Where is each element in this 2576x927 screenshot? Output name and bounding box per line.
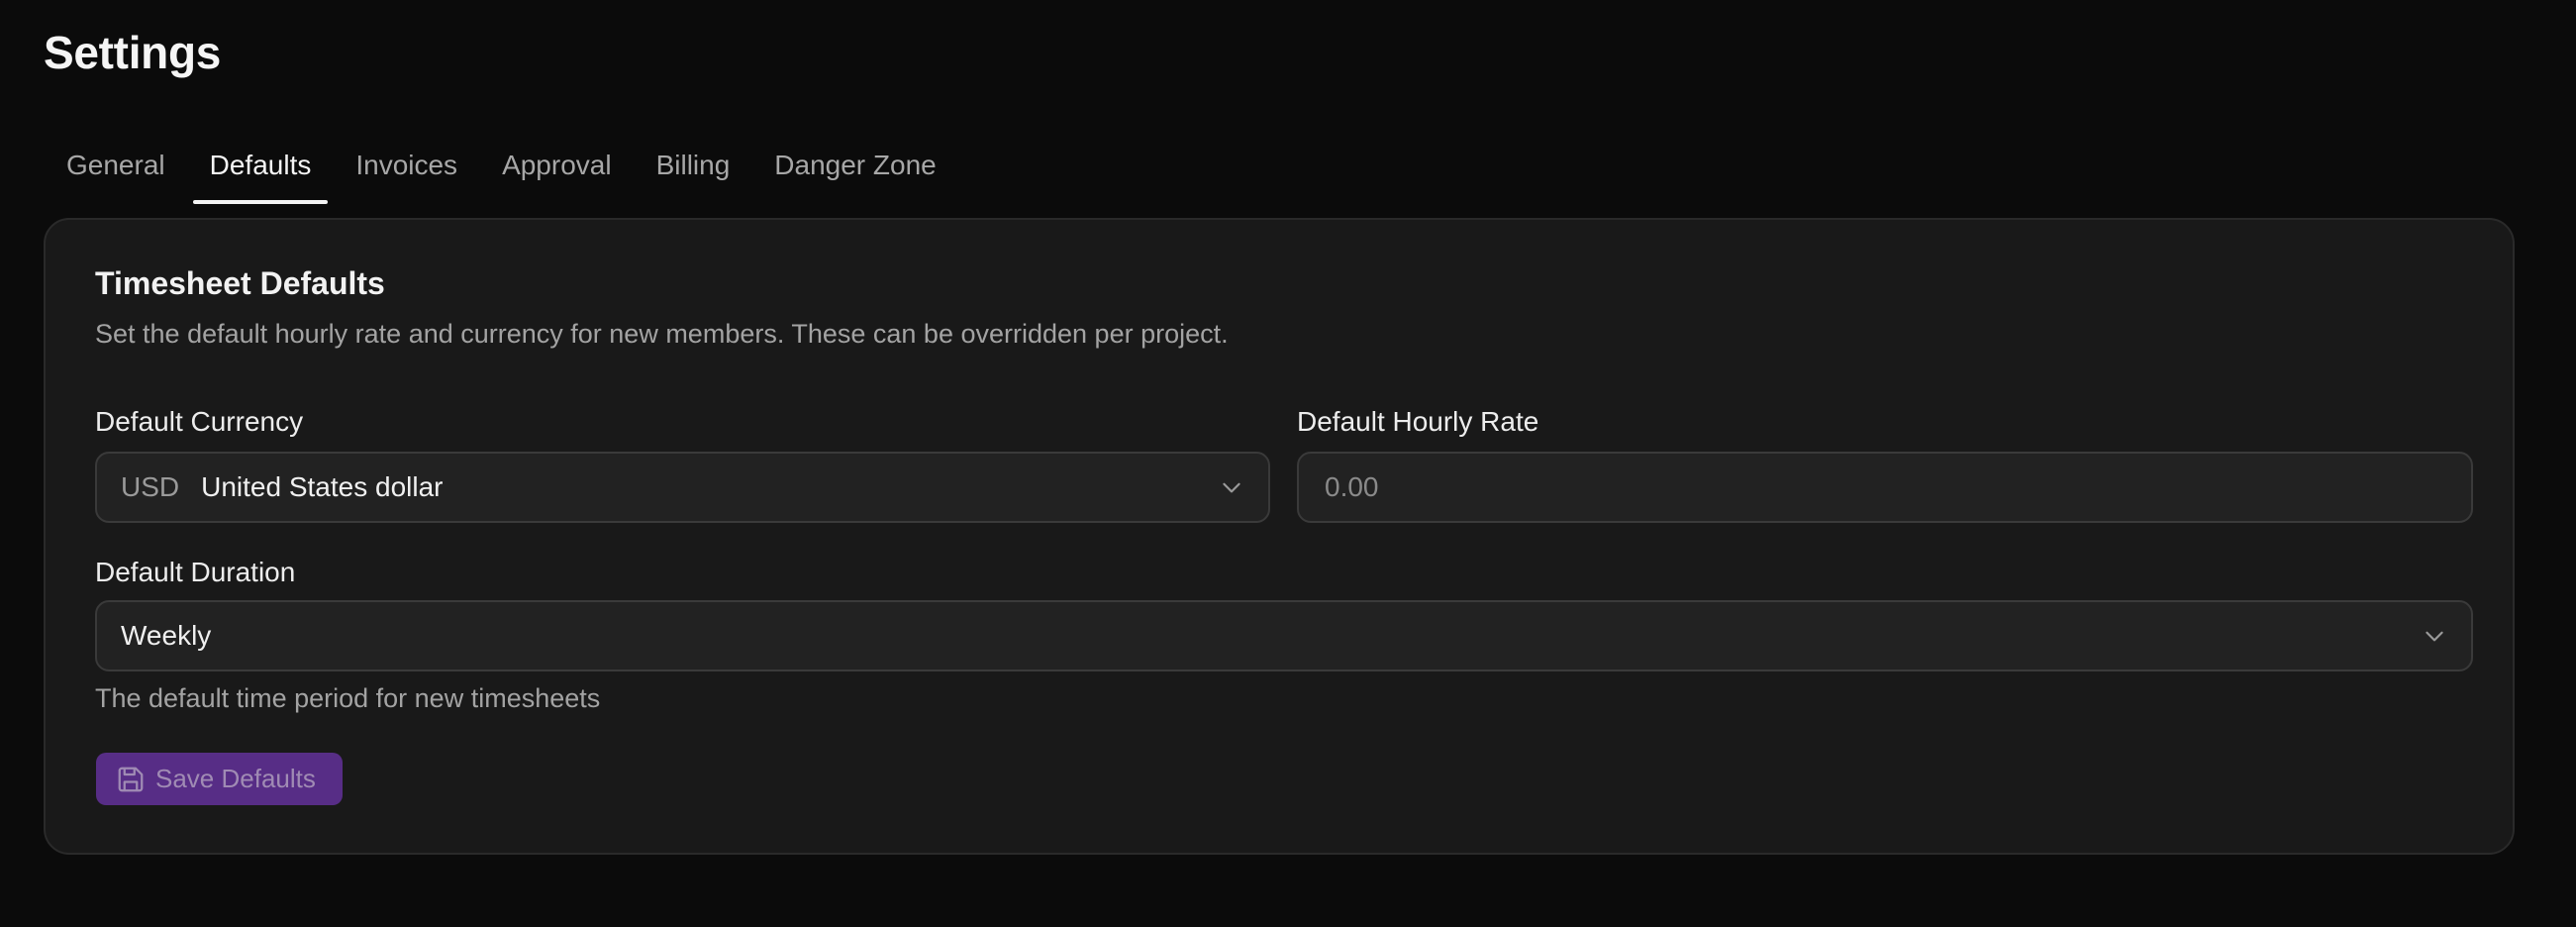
currency-label: Default Currency	[95, 406, 304, 437]
tab-general[interactable]: General	[50, 139, 182, 204]
tab-billing[interactable]: Billing	[640, 139, 747, 204]
chevron-down-icon	[2426, 631, 2443, 642]
chevron-down-icon	[1223, 482, 1240, 493]
tab-defaults[interactable]: Defaults	[192, 139, 329, 204]
save-defaults-button[interactable]: Save Defaults	[96, 753, 343, 805]
settings-tabs: General Defaults Invoices Approval Billi…	[50, 139, 964, 204]
page-title: Settings	[44, 27, 222, 78]
tab-approval[interactable]: Approval	[485, 139, 629, 204]
currency-select[interactable]: USD United States dollar	[95, 452, 1270, 523]
card-description: Set the default hourly rate and currency…	[95, 319, 1229, 349]
hourly-rate-input[interactable]	[1299, 454, 2471, 521]
currency-name: United States dollar	[201, 471, 444, 502]
tab-danger-zone[interactable]: Danger Zone	[757, 139, 952, 204]
tab-invoices[interactable]: Invoices	[339, 139, 474, 204]
hourly-rate-field	[1297, 452, 2473, 523]
duration-label: Default Duration	[95, 557, 296, 587]
hourly-rate-label: Default Hourly Rate	[1297, 406, 1539, 437]
duration-helper-text: The default time period for new timeshee…	[95, 683, 601, 713]
duration-select[interactable]: Weekly	[95, 600, 2473, 671]
save-defaults-label: Save Defaults	[155, 764, 316, 793]
currency-code: USD	[121, 471, 180, 502]
settings-page: Settings General Defaults Invoices Appro…	[0, 0, 2576, 927]
timesheet-defaults-card: Timesheet Defaults Set the default hourl…	[44, 218, 2515, 855]
duration-value: Weekly	[121, 620, 212, 651]
save-icon	[118, 767, 144, 791]
card-title: Timesheet Defaults	[95, 265, 385, 301]
